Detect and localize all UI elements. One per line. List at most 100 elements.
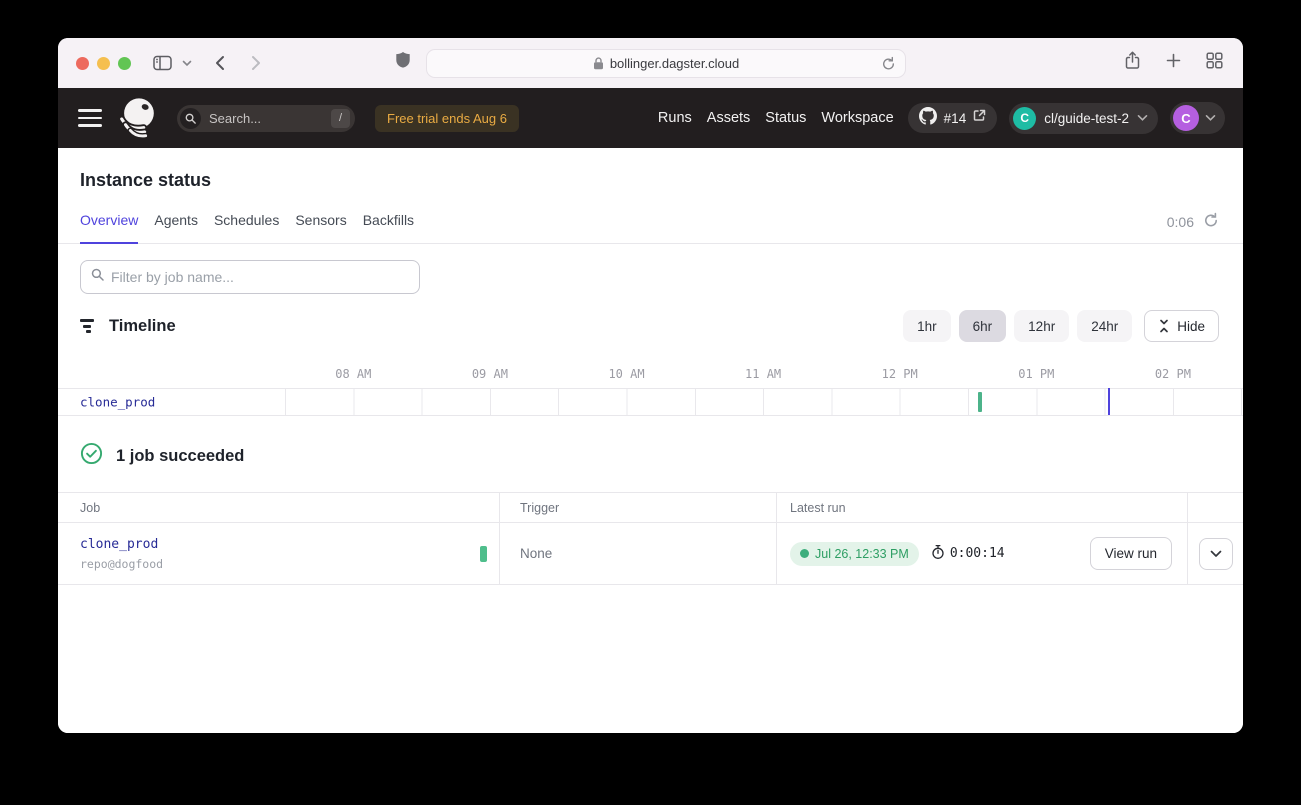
page-title: Instance status xyxy=(58,148,1243,191)
address-bar[interactable]: bollinger.dagster.cloud xyxy=(426,49,906,78)
hour-tick-label: 11 AM xyxy=(745,367,781,381)
hour-tick-label: 10 AM xyxy=(608,367,644,381)
github-icon xyxy=(919,107,937,130)
row-actions-cell xyxy=(1188,523,1243,584)
row-menu-chevron-button[interactable] xyxy=(1199,538,1233,570)
countdown-text: 0:06 xyxy=(1167,214,1194,230)
timeline-marker-run-success[interactable] xyxy=(978,392,982,412)
dagster-logo-icon[interactable] xyxy=(115,95,161,141)
run-duration: 0:00:14 xyxy=(931,544,1005,564)
tab-schedules[interactable]: Schedules xyxy=(214,212,279,243)
close-window-button[interactable] xyxy=(76,57,89,70)
timeline-title: Timeline xyxy=(109,317,176,336)
tab-overview-icon[interactable] xyxy=(1206,52,1223,74)
traffic-lights xyxy=(76,57,131,70)
search-placeholder: Search... xyxy=(209,111,261,126)
appbar-nav: Runs Assets Status Workspace xyxy=(658,110,894,126)
app-header: Search... / Free trial ends Aug 6 Runs As… xyxy=(58,88,1243,148)
timeline-gridlines xyxy=(285,389,1243,415)
summary-section: 1 job succeeded xyxy=(58,416,1243,492)
success-dot-icon xyxy=(800,549,809,558)
nav-status[interactable]: Status xyxy=(765,110,806,126)
range-button-24hr[interactable]: 24hr xyxy=(1077,310,1132,342)
timeline-hour-axis: 08 AM 09 AM 10 AM 11 AM 12 PM 01 PM 02 PM xyxy=(58,358,1243,388)
menu-icon[interactable] xyxy=(78,109,102,127)
hour-tick-label: 08 AM xyxy=(335,367,371,381)
job-filter-input[interactable] xyxy=(111,269,409,285)
lock-icon xyxy=(593,57,604,70)
privacy-shield-icon[interactable] xyxy=(395,51,411,75)
minimize-window-button[interactable] xyxy=(97,57,110,70)
hour-tick-label: 02 PM xyxy=(1155,367,1191,381)
chevron-down-icon xyxy=(1137,109,1148,127)
column-header-actions xyxy=(1188,493,1243,522)
forward-icon[interactable] xyxy=(251,55,262,71)
hide-timeline-button[interactable]: Hide xyxy=(1144,310,1219,342)
github-pr-number: #14 xyxy=(944,111,967,126)
url-text: bollinger.dagster.cloud xyxy=(610,56,739,71)
chevron-down-icon xyxy=(1205,109,1216,127)
range-button-1hr[interactable]: 1hr xyxy=(903,310,951,342)
main-content: Instance status Overview Agents Schedules S… xyxy=(58,148,1243,733)
job-repo-label: repo@dogfood xyxy=(80,557,499,571)
refresh-icon[interactable] xyxy=(1203,212,1219,232)
job-filter-field[interactable] xyxy=(80,260,420,294)
view-run-button[interactable]: View run xyxy=(1090,537,1172,570)
tab-sensors[interactable]: Sensors xyxy=(295,212,346,243)
timeline-marker-now xyxy=(1108,388,1110,415)
timeline-icon xyxy=(80,318,96,334)
browser-toolbar: bollinger.dagster.cloud xyxy=(58,38,1243,88)
sidebar-chevron-down-icon[interactable] xyxy=(182,60,192,67)
timeline-chart: 08 AM 09 AM 10 AM 11 AM 12 PM 01 PM 02 PM clon… xyxy=(58,358,1243,416)
job-cell: clone_prod repo@dogfood xyxy=(58,523,500,584)
tab-agents[interactable]: Agents xyxy=(154,212,198,243)
tab-backfills[interactable]: Backfills xyxy=(363,212,414,243)
run-time-badge[interactable]: Jul 26, 12:33 PM xyxy=(790,542,919,566)
search-icon xyxy=(91,268,104,286)
time-range-buttons: 1hr6hr12hr24hr Hide xyxy=(903,310,1219,342)
stopwatch-icon xyxy=(931,544,945,564)
filter-row xyxy=(58,244,1243,298)
user-menu[interactable]: C xyxy=(1170,102,1225,134)
nav-runs[interactable]: Runs xyxy=(658,110,692,126)
latest-run-cell: Jul 26, 12:33 PM 0:00:14 View run xyxy=(777,523,1188,584)
job-status-chip[interactable] xyxy=(480,546,487,562)
github-link[interactable]: #14 xyxy=(908,103,998,133)
timeline-row[interactable]: clone_prod xyxy=(58,388,1243,416)
nav-assets[interactable]: Assets xyxy=(707,110,751,126)
workspace-avatar: C xyxy=(1013,107,1036,130)
share-icon[interactable] xyxy=(1124,51,1141,75)
global-search[interactable]: Search... / xyxy=(177,105,355,132)
browser-window: bollinger.dagster.cloud xyxy=(58,38,1243,733)
external-link-icon xyxy=(973,109,986,127)
search-icon xyxy=(180,108,201,129)
workspace-switcher[interactable]: C cl/guide-test-2 xyxy=(1009,103,1158,134)
new-tab-icon[interactable] xyxy=(1166,53,1181,73)
nav-workspace[interactable]: Workspace xyxy=(821,110,893,126)
check-circle-icon xyxy=(80,442,103,470)
tabs-bar: OverviewAgentsSchedulesSensorsBackfills … xyxy=(58,212,1243,244)
hour-tick-label: 12 PM xyxy=(882,367,918,381)
job-name-link[interactable]: clone_prod xyxy=(80,537,499,552)
trial-badge[interactable]: Free trial ends Aug 6 xyxy=(375,105,519,132)
table-row: clone_prod repo@dogfood None Jul 26, 12:… xyxy=(58,523,1243,585)
workspace-name: cl/guide-test-2 xyxy=(1044,111,1129,126)
column-header-job: Job xyxy=(58,493,500,522)
refresh-countdown: 0:06 xyxy=(1167,212,1219,232)
table-header-row: Job Trigger Latest run xyxy=(58,493,1243,523)
range-button-12hr[interactable]: 12hr xyxy=(1014,310,1069,342)
hour-tick-label: 09 AM xyxy=(472,367,508,381)
back-icon[interactable] xyxy=(214,55,225,71)
timeline-job-label[interactable]: clone_prod xyxy=(80,395,155,410)
timeline-header: Timeline 1hr6hr12hr24hr Hide xyxy=(58,298,1243,352)
jobs-table: Job Trigger Latest run clone_prod repo@d… xyxy=(58,492,1243,585)
trigger-cell: None xyxy=(500,523,777,584)
hour-tick-label: 01 PM xyxy=(1018,367,1054,381)
reload-icon[interactable] xyxy=(881,56,896,75)
zoom-window-button[interactable] xyxy=(118,57,131,70)
range-button-6hr[interactable]: 6hr xyxy=(959,310,1007,342)
tab-overview[interactable]: Overview xyxy=(80,212,138,244)
column-header-latest-run: Latest run xyxy=(777,493,1188,522)
user-avatar: C xyxy=(1173,105,1199,131)
sidebar-icon[interactable] xyxy=(153,55,172,71)
